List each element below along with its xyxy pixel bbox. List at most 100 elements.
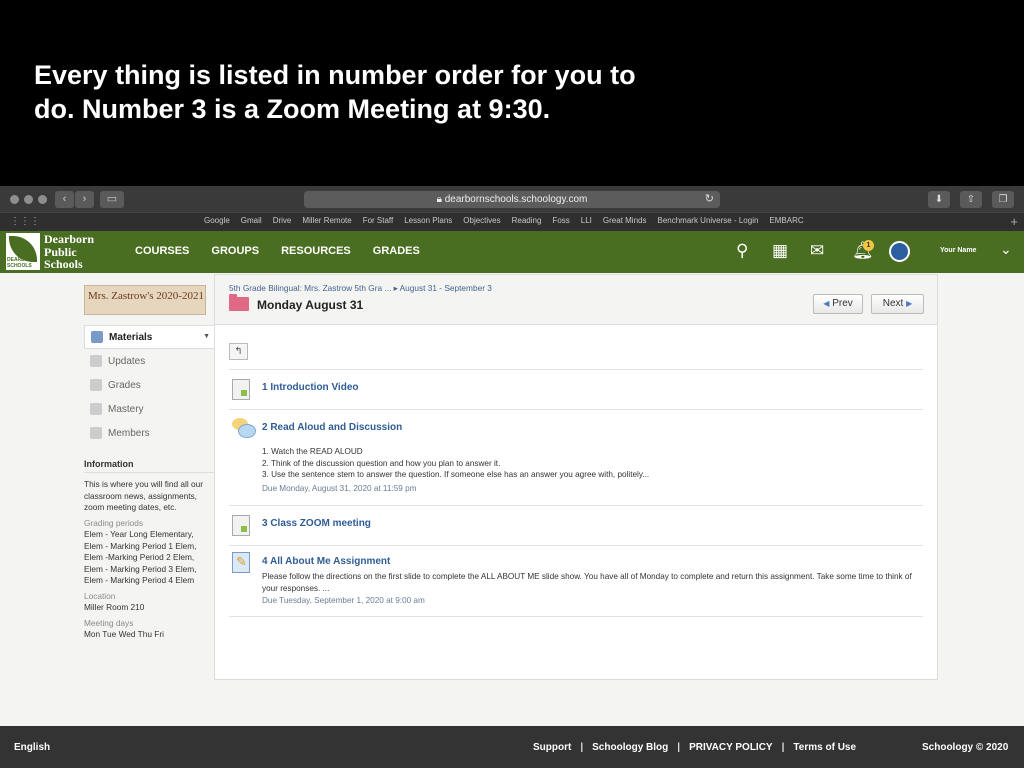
item-description: Please follow the directions on the firs… (262, 572, 912, 593)
browser-window: ‹ › ▭ 🔒︎ dearbornschools.schoology.com ↻… (0, 186, 1024, 726)
nav-resources[interactable]: RESOURCES (281, 245, 351, 257)
schoology-header: DEARBORN SCHOOLS Dearborn Public Schools… (0, 231, 1024, 273)
updates-icon (90, 355, 102, 367)
apps-grid-icon[interactable]: ⋮⋮⋮ (10, 216, 40, 227)
mail-icon[interactable]: ✉ (810, 241, 824, 261)
assignment-icon (232, 552, 250, 573)
bookmark-foss[interactable]: Foss (552, 216, 569, 225)
materials-panel: 5th Grade Bilingual: Mrs. Zastrow 5th Gr… (214, 274, 938, 680)
language-selector[interactable]: English (14, 742, 50, 753)
user-name[interactable]: Your Name (940, 247, 976, 254)
notification-badge: 1 (863, 240, 874, 251)
list-item: 3 Class ZOOM meeting (229, 505, 923, 545)
mastery-icon (90, 403, 102, 415)
footer-links: Support | Schoology Blog | PRIVACY POLIC… (533, 742, 856, 753)
next-button[interactable]: Next ▶ (871, 294, 924, 314)
tabs-overview-icon[interactable]: ❐ (992, 191, 1014, 208)
bookmark-lesson-plans[interactable]: Lesson Plans (404, 216, 452, 225)
list-item: 2 Read Aloud and Discussion 1. Watch the… (229, 409, 923, 505)
grading-periods-label: Grading periods (84, 517, 144, 528)
location-label: Location (84, 590, 116, 601)
back-arrow-icon[interactable]: ‹ (55, 191, 74, 208)
bookmark-benchmark-universe[interactable]: Benchmark Universe - Login (657, 216, 758, 225)
folder-header: 5th Grade Bilingual: Mrs. Zastrow 5th Gr… (215, 275, 937, 325)
page-title: Monday August 31 (257, 298, 364, 312)
footer-separator: | (781, 742, 785, 753)
sidebar-item-members[interactable]: Members (84, 421, 214, 445)
site-footer: English Support | Schoology Blog | PRIVA… (0, 726, 1024, 768)
nav-courses[interactable]: COURSES (135, 245, 189, 257)
district-name[interactable]: Dearborn Public Schools (44, 233, 94, 271)
course-sidebar: Mrs. Zastrow's 2020-2021 Materials ▼ Upd… (84, 285, 214, 641)
folder-icon (229, 294, 249, 311)
prev-button[interactable]: ◀ Prev (813, 294, 863, 314)
footer-link-support[interactable]: Support (533, 742, 571, 753)
close-window-icon[interactable] (10, 195, 19, 204)
bookmarks-bar: ⋮⋮⋮ Google Gmail Drive Miller Remote For… (0, 212, 1024, 231)
item-title-link[interactable]: 4 All About Me Assignment (262, 556, 390, 567)
share-icon[interactable]: ⇧ (960, 191, 982, 208)
bookmark-reading[interactable]: Reading (512, 216, 542, 225)
calendar-icon[interactable]: ▦ (772, 241, 788, 261)
download-icon[interactable]: ⬇ (928, 191, 950, 208)
item-title-link[interactable]: 1 Introduction Video (262, 382, 358, 393)
members-icon (90, 427, 102, 439)
bookmark-embarc[interactable]: EMBARC (769, 216, 803, 225)
bookmark-great-minds[interactable]: Great Minds (603, 216, 647, 225)
zoom-window-icon[interactable] (38, 195, 47, 204)
list-item: 1 Introduction Video (229, 369, 923, 409)
return-arrow-icon: ↰ (234, 346, 243, 357)
nav-grades[interactable]: GRADES (373, 245, 420, 257)
new-tab-plus-icon[interactable]: + (1010, 214, 1018, 229)
browser-toolbar: ‹ › ▭ 🔒︎ dearbornschools.schoology.com ↻… (0, 186, 1024, 212)
bookmark-for-staff[interactable]: For Staff (363, 216, 394, 225)
list-item: 4 All About Me Assignment Please follow … (229, 545, 923, 617)
item-description: 1. Watch the READ ALOUD 2. Think of the … (262, 447, 650, 480)
lock-icon: 🔒︎ (436, 194, 442, 205)
due-date: Due Monday, August 31, 2020 at 11:59 pm (262, 484, 417, 493)
breadcrumb[interactable]: 5th Grade Bilingual: Mrs. Zastrow 5th Gr… (229, 283, 492, 293)
bookmark-drive[interactable]: Drive (273, 216, 292, 225)
footer-link-terms[interactable]: Terms of Use (793, 742, 856, 753)
bookmark-gmail[interactable]: Gmail (241, 216, 262, 225)
address-bar[interactable]: 🔒︎ dearbornschools.schoology.com ↻ (304, 191, 720, 208)
url-text: dearbornschools.schoology.com (444, 194, 588, 205)
document-icon (232, 379, 250, 400)
footer-link-privacy[interactable]: PRIVACY POLICY (689, 742, 773, 753)
bookmark-miller-remote[interactable]: Miller Remote (302, 216, 351, 225)
sidebar-item-materials[interactable]: Materials ▼ (84, 325, 214, 349)
footer-separator: | (580, 742, 584, 753)
information-text: This is where you will find all our clas… (84, 479, 203, 512)
footer-separator: | (677, 742, 681, 753)
document-icon (232, 515, 250, 536)
bookmark-google[interactable]: Google (204, 216, 230, 225)
sidebar-item-grades[interactable]: Grades (84, 373, 214, 397)
arrow-left-icon: ◀ (823, 299, 830, 308)
sidebar-item-mastery[interactable]: Mastery (84, 397, 214, 421)
course-profile-image: Mrs. Zastrow's 2020-2021 (84, 285, 206, 315)
item-title-link[interactable]: 3 Class ZOOM meeting (262, 518, 371, 529)
reload-icon[interactable]: ↻ (705, 191, 714, 208)
bookmark-lli[interactable]: LLI (581, 216, 592, 225)
copyright: Schoology © 2020 (922, 742, 1009, 753)
main-nav: COURSES GROUPS RESOURCES GRADES (135, 245, 420, 257)
back-to-parent-button[interactable]: ↰ (229, 343, 248, 360)
sidebar-item-updates[interactable]: Updates (84, 349, 214, 373)
grading-periods-value: Elem - Year Long Elementary, Elem - Mark… (84, 529, 197, 585)
dropdown-arrow-icon[interactable]: ▼ (203, 333, 210, 340)
nav-groups[interactable]: GROUPS (211, 245, 259, 257)
sidebar-toggle-icon[interactable]: ▭ (100, 191, 124, 208)
footer-link-blog[interactable]: Schoology Blog (592, 742, 668, 753)
chevron-down-icon[interactable]: ⌄ (1000, 241, 1012, 258)
minimize-window-icon[interactable] (24, 195, 33, 204)
forward-arrow-icon[interactable]: › (75, 191, 94, 208)
avatar[interactable] (889, 241, 910, 262)
grades-icon (90, 379, 102, 391)
meeting-days-label: Meeting days (84, 617, 134, 628)
bookmark-objectives[interactable]: Objectives (463, 216, 500, 225)
information-heading: Information (84, 459, 214, 473)
search-icon[interactable]: ⚲ (736, 241, 748, 261)
discussion-icon (232, 418, 256, 439)
district-logo[interactable]: DEARBORN SCHOOLS (6, 233, 40, 270)
item-title-link[interactable]: 2 Read Aloud and Discussion (262, 422, 402, 433)
